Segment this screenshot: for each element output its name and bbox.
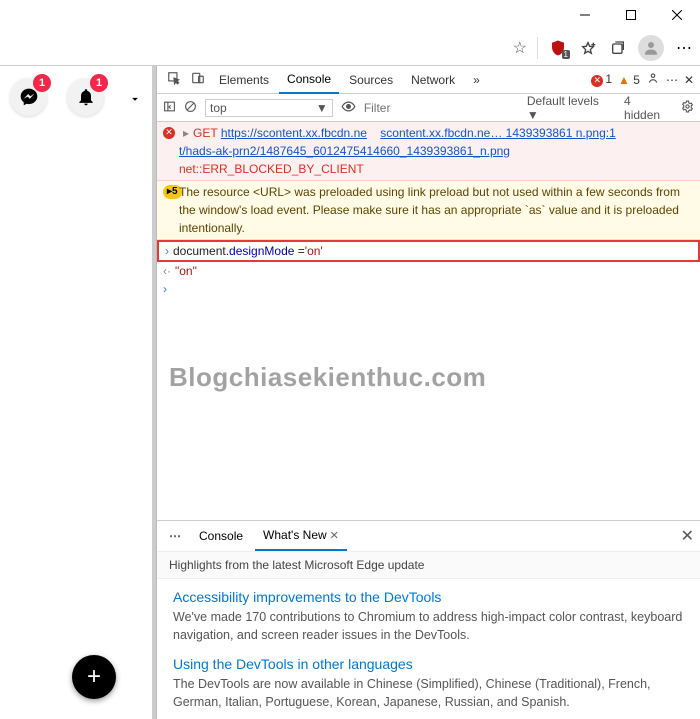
console-body: ✕ ▸GET https://scontent.xx.fbcdn.ne scon… [157, 122, 700, 520]
warning-count[interactable]: ▲ 5 [618, 73, 640, 87]
window-close-button[interactable] [654, 0, 700, 30]
error-count[interactable]: ✕1 [591, 72, 612, 87]
console-filter-input[interactable] [364, 101, 519, 115]
adblock-shield-icon[interactable]: 1 [548, 39, 568, 57]
window-titlebar [0, 0, 700, 30]
console-error-row[interactable]: ✕ ▸GET https://scontent.xx.fbcdn.ne scon… [157, 122, 700, 181]
devtools-drawer: ⋯ Console What's New✕ ✕ Highlights from … [157, 520, 700, 719]
console-sidebar-toggle-icon[interactable] [163, 100, 176, 116]
drawer-tab-console[interactable]: Console [191, 521, 251, 551]
console-settings-gear-icon[interactable] [681, 100, 694, 116]
browser-toolbar: ☆ 1 ⋯ [0, 30, 700, 66]
whatsnew-item-text: We've made 170 contributions to Chromium… [173, 609, 684, 644]
drawer-more-icon[interactable]: ⋯ [163, 529, 187, 543]
context-selector[interactable]: top▼ [205, 99, 333, 117]
devtools-close-icon[interactable]: ✕ [684, 73, 694, 87]
devtools-tab-bar: Elements Console Sources Network » ✕1 ▲ … [157, 66, 700, 94]
drawer-tab-close-icon[interactable]: ✕ [330, 529, 339, 542]
hidden-count[interactable]: 4 hidden [624, 94, 669, 122]
drawer-tab-whatsnew[interactable]: What's New✕ [255, 521, 347, 551]
drawer-body: Accessibility improvements to the DevToo… [157, 579, 700, 719]
console-input-row[interactable]: ›document.designMode ='on' [157, 240, 700, 262]
console-output-row: ‹·"on" [157, 262, 700, 280]
window-minimize-button[interactable] [562, 0, 608, 30]
inspect-icon[interactable] [163, 71, 185, 88]
console-filter-bar: top▼ Default levels ▼ 4 hidden [157, 94, 700, 122]
favorites-icon[interactable] [578, 40, 598, 56]
compose-fab-button[interactable]: + [72, 655, 116, 699]
account-caret-icon[interactable] [128, 92, 142, 111]
collections-icon[interactable] [608, 40, 628, 56]
devtools-more-icon[interactable]: ⋯ [666, 73, 678, 87]
notifications-badge: 1 [90, 74, 108, 92]
live-expression-icon[interactable] [341, 99, 356, 117]
console-warning-row[interactable]: ▸5 The resource <URL> was preloaded usin… [157, 181, 700, 240]
devtools-panel: Elements Console Sources Network » ✕1 ▲ … [156, 66, 700, 719]
notifications-bell-icon[interactable]: 1 [67, 78, 104, 116]
watermark-text: Blogchiasekienthuc.com [169, 362, 486, 393]
profile-avatar[interactable] [638, 35, 664, 61]
error-link-2[interactable]: scontent.xx.fbcdn.ne… 1439393861 n.png:1 [380, 126, 616, 140]
error-status: net::ERR_BLOCKED_BY_CLIENT [179, 162, 364, 176]
warning-text: The resource <URL> was preloaded using l… [179, 183, 694, 237]
tab-sources[interactable]: Sources [341, 66, 401, 94]
error-link-1[interactable]: https://scontent.xx.fbcdn.ne [221, 126, 367, 140]
whatsnew-item-title[interactable]: Accessibility improvements to the DevToo… [173, 589, 684, 605]
messenger-badge: 1 [33, 74, 51, 92]
drawer-subtitle: Highlights from the latest Microsoft Edg… [157, 551, 700, 579]
clear-console-icon[interactable] [184, 100, 197, 116]
whatsnew-item-title[interactable]: Using the DevTools in other languages [173, 656, 684, 672]
tab-elements[interactable]: Elements [211, 66, 277, 94]
tab-console[interactable]: Console [279, 66, 339, 94]
tabs-overflow[interactable]: » [465, 66, 488, 94]
settings-person-icon[interactable] [646, 71, 660, 88]
favorite-star-icon[interactable]: ☆ [513, 38, 527, 58]
log-levels-selector[interactable]: Default levels ▼ [527, 94, 612, 122]
console-prompt[interactable]: › [157, 280, 700, 298]
whatsnew-item-text: The DevTools are now available in Chines… [173, 676, 684, 711]
tab-network[interactable]: Network [403, 66, 463, 94]
error-link-3[interactable]: t/hads-ak-prn2/1487645_6012475414660_143… [179, 144, 510, 158]
more-menu-icon[interactable]: ⋯ [674, 38, 694, 58]
drawer-close-icon[interactable]: ✕ [681, 526, 694, 546]
left-panel: 1 1 + [0, 66, 156, 719]
device-toggle-icon[interactable] [187, 71, 209, 88]
messenger-icon[interactable]: 1 [10, 78, 47, 116]
window-maximize-button[interactable] [608, 0, 654, 30]
